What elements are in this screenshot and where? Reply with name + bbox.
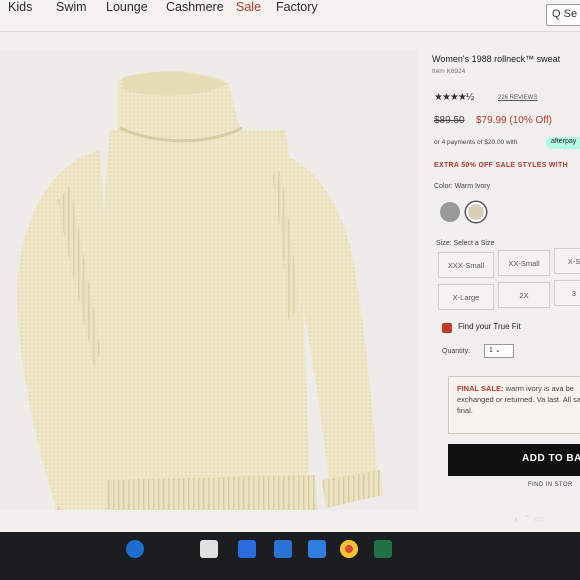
item-number: Item K6924	[432, 68, 466, 75]
swatch-warm-ivory[interactable]	[466, 202, 486, 222]
nav-sale[interactable]: Sale	[236, 0, 261, 14]
product-details: Women's 1988 rollneck™ sweat Item K6924 …	[432, 50, 580, 520]
quantity-select[interactable]: 1 ⌄	[484, 344, 514, 358]
bolt-app-icon[interactable]	[238, 540, 256, 558]
browser-screen: Kids Swim Lounge Cashmere Sale Factory Q…	[0, 0, 580, 580]
promo-banner: EXTRA 50% OFF SALE STYLES WITH	[434, 162, 568, 169]
quantity-label: Quantity:	[442, 348, 471, 355]
nav-kids[interactable]: Kids	[8, 0, 32, 14]
size-label: Size: Select a Size	[436, 240, 495, 247]
product-title: Women's 1988 rollneck™ sweat	[432, 54, 561, 64]
sweater-illustration	[17, 71, 383, 560]
sale-price: $79.99 (10% Off)	[476, 115, 552, 126]
excel-icon[interactable]	[374, 540, 392, 558]
color-label: Color: Warm Ivory	[434, 183, 491, 190]
find-in-store-link[interactable]: FIND IN STOR	[528, 482, 573, 488]
true-fit-link[interactable]: Find your True Fit	[458, 322, 521, 331]
product-image[interactable]: ⤡⤢	[0, 50, 418, 560]
chrome-icon[interactable]	[340, 540, 358, 558]
system-tray: ◐ ⌃ ▭	[514, 514, 544, 525]
nav-lounge[interactable]: Lounge	[106, 0, 148, 14]
nav-cashmere[interactable]: Cashmere	[166, 0, 224, 14]
quantity-value: 1	[489, 347, 493, 354]
true-fit-icon	[442, 323, 452, 333]
swatch-grey[interactable]	[440, 202, 460, 222]
reviews-link[interactable]: 226 REVIEWS	[498, 95, 537, 101]
afterpay-badge[interactable]: afterpay	[546, 137, 580, 149]
mail-icon[interactable]	[274, 540, 292, 558]
final-sale-text-block: FINAL SALE: warm ivory is ava be exchang…	[457, 383, 580, 416]
final-sale-label: FINAL SALE:	[457, 384, 504, 393]
nav-swim[interactable]: Swim	[56, 0, 87, 14]
size-3x[interactable]: 3	[554, 280, 580, 306]
top-nav: Kids Swim Lounge Cashmere Sale Factory Q…	[0, 0, 580, 32]
original-price: $89.50	[434, 115, 465, 126]
size-xx-small[interactable]: XX-Small	[498, 250, 550, 276]
add-to-bag-button[interactable]: ADD TO BA	[448, 444, 580, 476]
rating-stars-icon: ★★★★½	[434, 92, 474, 103]
installments-text: or 4 payments of $20.00 with	[434, 139, 518, 146]
search-input[interactable]: Q Se	[546, 4, 580, 26]
nav-factory[interactable]: Factory	[276, 0, 318, 14]
size-xxx-small[interactable]: XXX-Small	[438, 252, 494, 278]
edge-icon[interactable]	[126, 540, 144, 558]
size-x-large[interactable]: X-Large	[438, 284, 494, 310]
size-x-small[interactable]: X-S	[554, 248, 580, 274]
dropbox-icon[interactable]	[308, 540, 326, 558]
store-icon[interactable]	[200, 540, 218, 558]
size-2x[interactable]: 2X	[498, 282, 550, 308]
final-sale-notice: FINAL SALE: warm ivory is ava be exchang…	[448, 376, 580, 434]
